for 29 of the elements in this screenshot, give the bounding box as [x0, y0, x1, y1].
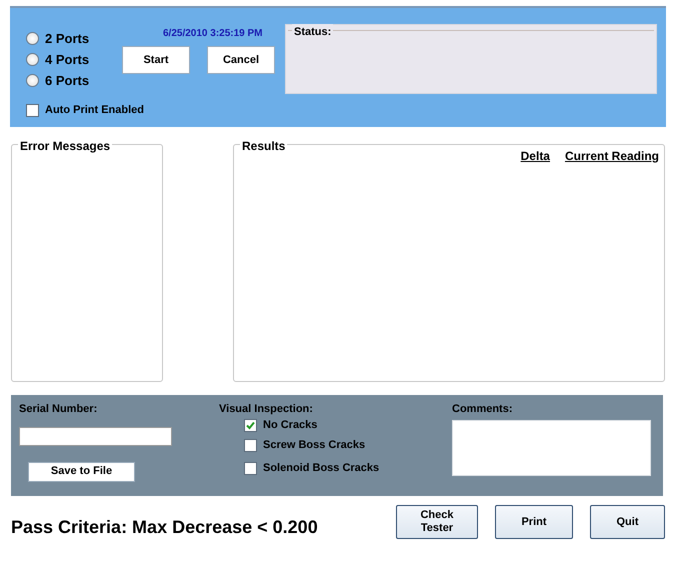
checkbox-label: Solenoid Boss Cracks [263, 460, 380, 476]
action-button[interactable]: Start [122, 46, 190, 74]
column-header: Delta [520, 148, 550, 165]
comments-field[interactable] [452, 420, 651, 476]
serial-number-field[interactable] [19, 426, 172, 446]
radio-label: 6 Ports [45, 72, 90, 90]
serial-number-label: Serial Number: [19, 402, 98, 417]
visual-inspection-label: Visual Inspection: [219, 402, 314, 417]
checkbox[interactable] [244, 419, 257, 432]
action-button[interactable]: Check Tester [396, 505, 478, 539]
checkbox[interactable] [244, 462, 257, 474]
radio-button[interactable] [26, 74, 39, 87]
pass-criteria-text: Pass Criteria: Max Decrease < 0.200 [11, 516, 319, 539]
checkbox-label: Auto Print Enabled [45, 103, 144, 118]
action-button[interactable]: Cancel [207, 46, 275, 74]
action-button[interactable]: Quit [590, 505, 665, 539]
comments-label: Comments: [452, 402, 514, 417]
action-button[interactable]: Print [495, 505, 573, 539]
checkbox-label: Screw Boss Cracks [263, 438, 366, 453]
radio-label: 2 Ports [45, 30, 90, 48]
column-header: Current Reading [564, 148, 659, 165]
checkbox-label: No Cracks [263, 418, 318, 434]
checkbox[interactable] [26, 104, 39, 117]
checkbox[interactable] [244, 438, 257, 452]
radio-label: 4 Ports [45, 50, 90, 69]
timestamp: 6/25/2010 3:25:19 PM [163, 27, 263, 41]
radio-button[interactable] [26, 32, 39, 45]
radio-button[interactable] [26, 53, 39, 66]
save-to-file-button[interactable]: Save to File [28, 462, 135, 482]
